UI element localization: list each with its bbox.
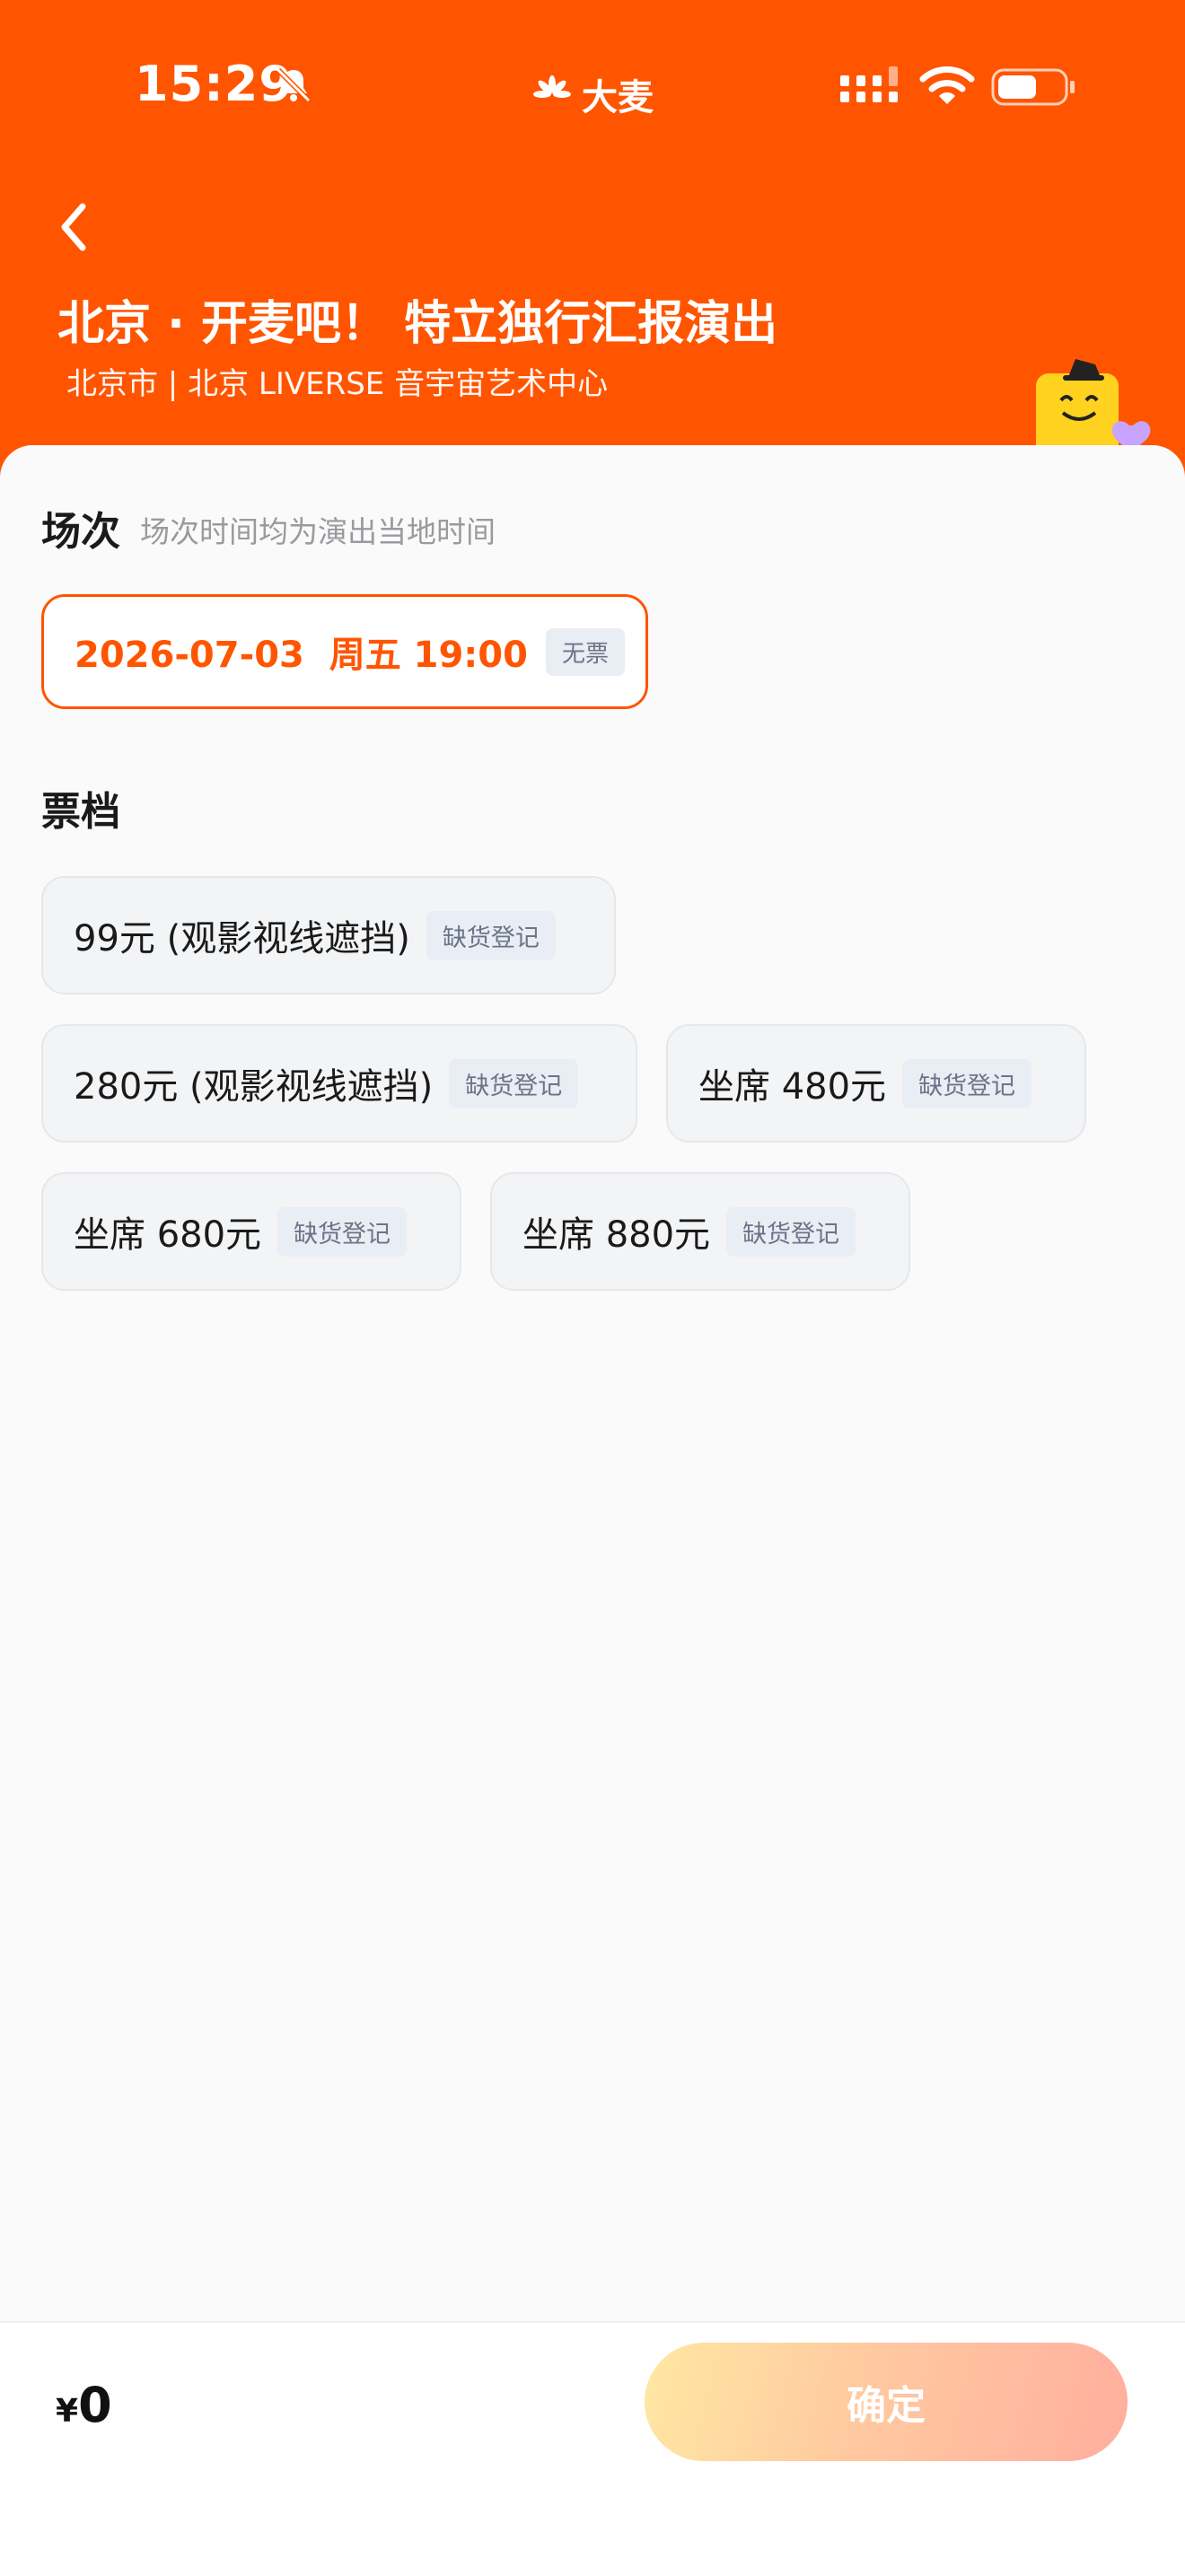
tier-label: 坐席 680元 [74, 1214, 262, 1256]
total-price: ¥0 [56, 2377, 112, 2433]
price-value: 0 [78, 2377, 112, 2433]
selection-sheet [0, 445, 1185, 2574]
restock-register-badge[interactable]: 缺货登记 [277, 1206, 408, 1257]
tier-option[interactable]: 坐席 480元 缺货登记 [666, 1024, 1086, 1143]
session-option-selected[interactable]: 2026-07-03 周五 19:00 无票 [41, 594, 648, 709]
tier-label: 99元 (观影视线遮挡) [74, 918, 410, 959]
venue-subtitle: 北京市 | 北京 LIVERSE 音宇宙艺术中心 [66, 366, 609, 402]
brand-name: 大麦 [582, 77, 654, 118]
tier-option[interactable]: 280元 (观影视线遮挡) 缺货登记 [41, 1024, 637, 1143]
signal-icon [840, 66, 898, 102]
session-hint: 场次时间均为演出当地时间 [140, 514, 496, 549]
back-arrow-icon[interactable] [52, 199, 99, 255]
wifi-icon [919, 66, 975, 104]
battery-icon [991, 68, 1075, 106]
status-time: 15:29 [135, 56, 294, 112]
confirm-button[interactable]: 确定 [645, 2343, 1128, 2461]
tier-label: 坐席 480元 [698, 1066, 887, 1108]
currency-symbol: ¥ [56, 2393, 79, 2430]
tier-option[interactable]: 99元 (观影视线遮挡) 缺货登记 [41, 876, 616, 994]
mascot-icon [1036, 359, 1151, 454]
tier-label: 坐席 880元 [522, 1214, 711, 1256]
restock-register-badge[interactable]: 缺货登记 [726, 1206, 856, 1257]
restock-register-badge[interactable]: 缺货登记 [902, 1058, 1032, 1108]
tier-label: 280元 (观影视线遮挡) [74, 1066, 434, 1108]
sold-out-badge: 无票 [545, 627, 625, 676]
bell-slash-icon [276, 67, 312, 103]
restock-register-badge[interactable]: 缺货登记 [426, 910, 556, 960]
tier-option[interactable]: 坐席 680元 缺货登记 [41, 1172, 461, 1291]
tier-heading: 票档 [41, 789, 120, 835]
damai-logo-icon [533, 75, 571, 98]
restock-register-badge[interactable]: 缺货登记 [449, 1058, 579, 1108]
app-brand: 大麦 [530, 68, 654, 120]
tier-option[interactable]: 坐席 880元 缺货登记 [490, 1172, 910, 1291]
session-heading: 场次 [41, 509, 120, 555]
page-title: 北京 · 开麦吧！ 特立独行汇报演出 [57, 297, 778, 351]
session-date-label: 2026-07-03 周五 19:00 [75, 635, 528, 676]
